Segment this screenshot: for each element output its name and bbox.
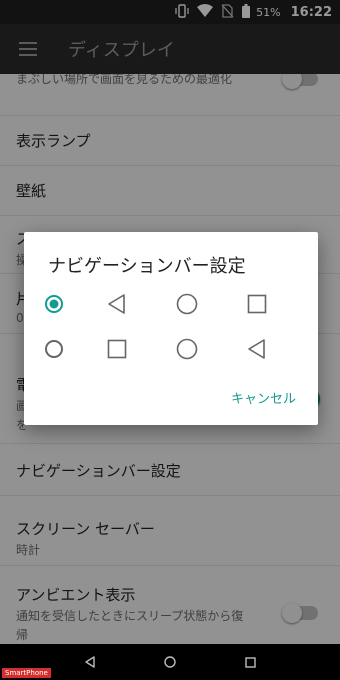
nav-recents-button[interactable] (235, 647, 265, 677)
recents-icon (244, 291, 270, 317)
back-icon (244, 336, 270, 362)
nav-option-2[interactable] (38, 331, 304, 367)
nav-home-button[interactable] (155, 647, 185, 677)
cancel-button[interactable]: キャンセル (231, 388, 296, 407)
back-icon (104, 291, 130, 317)
watermark-badge: SmartPhone (2, 668, 51, 678)
system-nav-bar: SmartPhone (0, 644, 340, 680)
radio-selected-icon[interactable] (38, 288, 70, 320)
nav-back-button[interactable] (75, 647, 105, 677)
recents-icon (104, 336, 130, 362)
nav-option-1[interactable] (38, 286, 304, 322)
radio-unselected-icon[interactable] (38, 333, 70, 365)
home-icon (174, 336, 200, 362)
back-icon (85, 656, 95, 668)
navigation-bar-dialog: ナビゲーションバー設定 キャンセル (24, 232, 318, 425)
home-icon (174, 291, 200, 317)
recents-icon (244, 656, 256, 668)
dialog-title: ナビゲーションバー設定 (48, 256, 246, 277)
home-icon (164, 656, 176, 668)
